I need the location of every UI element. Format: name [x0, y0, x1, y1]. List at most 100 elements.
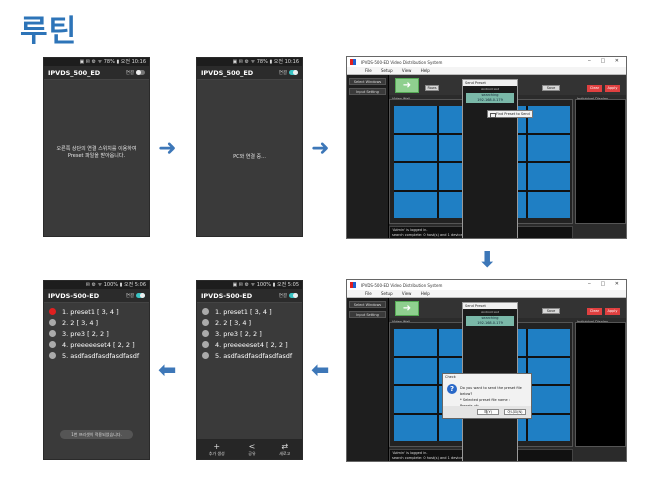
yes-button[interactable]: 예(Y)	[477, 409, 499, 415]
arrow-button[interactable]: ➜	[395, 301, 419, 316]
list-item[interactable]: 3. pre3 [ 2, 2 ]	[49, 328, 144, 339]
device-ip: 192.168.0.179	[477, 321, 503, 325]
wall-tile[interactable]	[394, 386, 437, 413]
list-item[interactable]: 5. asdfasdfasdfasdfasdf	[49, 350, 144, 361]
device-ip: 192.168.0.179	[477, 98, 503, 102]
connect-label: 연결	[278, 293, 287, 299]
wall-tile[interactable]	[527, 414, 570, 441]
menu-setup[interactable]: Setup	[381, 291, 393, 296]
wall-tile[interactable]	[394, 163, 437, 190]
rows-field[interactable]: Rows	[425, 85, 439, 91]
save-button[interactable]: Save	[542, 85, 560, 91]
list-item[interactable]: 4. preeeeeset4 [ 2, 2 ]	[202, 339, 297, 350]
wall-tile[interactable]	[527, 191, 570, 218]
connect-label: 연결	[278, 70, 287, 76]
sidebar: Select Windows Input Setting	[347, 75, 389, 238]
no-button[interactable]: 아니요(N)	[504, 409, 526, 415]
preset-label: 1. preset1 [ 3, 4 ]	[62, 307, 119, 316]
input-setting-button[interactable]: Input Setting	[349, 88, 386, 95]
wall-tile[interactable]	[394, 106, 437, 133]
wall-tile[interactable]	[527, 329, 570, 356]
share-button[interactable]: < 공유	[248, 442, 255, 457]
wall-tile[interactable]	[394, 329, 437, 356]
wall-tile[interactable]	[394, 357, 437, 384]
list-item[interactable]: 2. 2 [ 3, 4 ]	[49, 317, 144, 328]
select-windows-button[interactable]: Select Windows	[349, 301, 386, 308]
wall-tile[interactable]	[527, 163, 570, 190]
app-title: IPVDS_500_ED	[48, 68, 101, 77]
clear-button[interactable]: Clear	[587, 85, 602, 92]
window-controls[interactable]: ‒ □ ✕	[588, 281, 623, 287]
menu-help[interactable]: Help	[421, 291, 430, 296]
individual-display-panel	[575, 99, 626, 224]
list-item[interactable]: 5. asdfasdfasdfasdfasdf	[202, 350, 297, 361]
dialog-buttons: 예(Y) 아니요(N)	[443, 406, 531, 418]
menu-file[interactable]: File	[365, 68, 372, 73]
refresh-button[interactable]: ⇄ 새로고	[279, 442, 290, 457]
connect-switch[interactable]: 연결	[279, 70, 298, 76]
wall-tile[interactable]	[394, 134, 437, 161]
menu-file[interactable]: File	[365, 291, 372, 296]
preset-label: 2. 2 [ 3, 4 ]	[215, 318, 252, 327]
toggle-icon[interactable]	[289, 293, 298, 298]
apply-button[interactable]: Apply	[605, 85, 620, 92]
save-button[interactable]: Save	[542, 308, 560, 314]
list-item[interactable]: 1. preset1 [ 3, 4 ]	[49, 306, 144, 317]
list-item[interactable]: 2. 2 [ 3, 4 ]	[202, 317, 297, 328]
wall-tile[interactable]	[527, 357, 570, 384]
wall-tile[interactable]	[527, 134, 570, 161]
add-label: 추가 생성	[208, 450, 225, 456]
status-bar: ▣ ✉ ⚙ ᯤ 100% ▮ 오전 5:05	[197, 281, 302, 289]
toggle-icon[interactable]	[289, 70, 298, 75]
plus-icon: +	[213, 441, 221, 451]
toggle-icon[interactable]	[136, 293, 145, 298]
app-bar: IPVDS-500-ED 연결	[197, 289, 302, 303]
device-item[interactable]: searching 192.168.0.179	[466, 316, 514, 326]
arrow-down-icon: ⬇	[478, 248, 497, 273]
arrow-button[interactable]: ➜	[395, 78, 419, 93]
menu-help[interactable]: Help	[421, 68, 430, 73]
preset-label: 1. preset1 [ 3, 4 ]	[215, 307, 272, 316]
window-title: IPVDS-500-ED Video Distribution System	[361, 282, 443, 288]
popup-subtitle: Android List	[481, 310, 499, 314]
send-preset-popup: Send Preset Android List searching 192.1…	[462, 79, 518, 238]
share-label: 공유	[248, 450, 256, 456]
apply-button[interactable]: Apply	[605, 308, 620, 315]
input-setting-button[interactable]: Input Setting	[349, 311, 386, 318]
dot-icon	[202, 352, 209, 359]
arrow-right-icon: ➜	[158, 136, 177, 161]
app-title: IPVDS-500-ED	[48, 291, 100, 300]
window-body: Select Windows Input Setting ➜ Rows Save…	[347, 75, 626, 238]
wall-tile[interactable]	[527, 106, 570, 133]
status-bar: ▣ ✉ ⚙ ᯤ 78% ▮ 오전 10:16	[197, 58, 302, 66]
wall-tile[interactable]	[394, 414, 437, 441]
connect-switch[interactable]: 연결	[126, 70, 145, 76]
clear-button[interactable]: Clear	[587, 308, 602, 315]
app-bar: IPVDS_500_ED 연결	[197, 66, 302, 80]
wall-tile[interactable]	[394, 191, 437, 218]
list-item[interactable]: 1. preset1 [ 3, 4 ]	[202, 306, 297, 317]
add-button[interactable]: + 추가 생성	[209, 442, 225, 457]
connect-switch[interactable]: 연결	[279, 293, 298, 299]
wall-tile[interactable]	[527, 386, 570, 413]
context-menu-find-preset[interactable]: Find Preset to Send	[487, 110, 533, 118]
device-item[interactable]: searching 192.168.0.179	[466, 93, 514, 103]
toggle-icon[interactable]	[136, 70, 145, 75]
app-title: IPVDS-500-ED	[201, 291, 253, 300]
list-item[interactable]: 4. preeeeeset4 [ 2, 2 ]	[49, 339, 144, 350]
refresh-label: 새로고	[279, 450, 291, 456]
connect-switch[interactable]: 연결	[126, 293, 145, 299]
select-windows-button[interactable]: Select Windows	[349, 78, 386, 85]
menu-setup[interactable]: Setup	[381, 68, 393, 73]
window-controls[interactable]: ‒ □ ✕	[588, 58, 623, 64]
preset-label: 4. preeeeeset4 [ 2, 2 ]	[215, 340, 288, 349]
preset-list: 1. preset1 [ 3, 4 ] 2. 2 [ 3, 4 ] 3. pre…	[44, 303, 149, 364]
window-title: IPVDS-500-ED Video Distribution System	[361, 59, 443, 65]
preset-label: 2. 2 [ 3, 4 ]	[62, 318, 99, 327]
menu-view[interactable]: View	[402, 291, 412, 296]
dot-icon	[49, 341, 56, 348]
menu-view[interactable]: View	[402, 68, 412, 73]
list-item[interactable]: 3. pre3 [ 2, 2 ]	[202, 328, 297, 339]
preset-label: 3. pre3 [ 2, 2 ]	[215, 329, 262, 338]
slide: 루틴 ▣ ✉ ⚙ ᯤ 78% ▮ 오전 10:16 IPVDS_500_ED 연…	[0, 0, 667, 500]
